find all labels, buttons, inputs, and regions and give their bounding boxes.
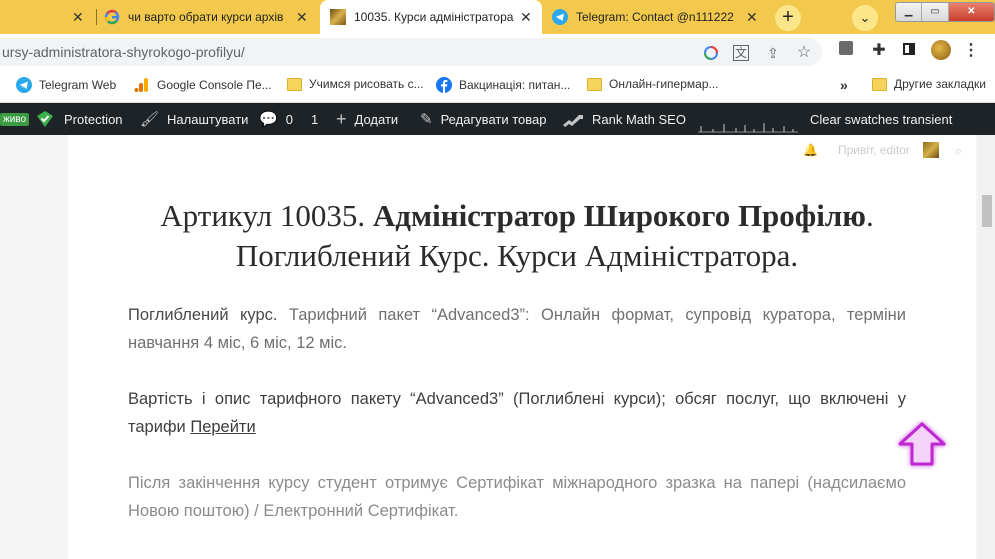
profile-avatar[interactable]	[930, 40, 952, 62]
paragraph-tariff: Поглиблений курс. Тарифний пакет “Advanc…	[128, 301, 906, 357]
tab-strip: ✕ чи варто обрати курси архів ✕ 10035. К…	[0, 0, 995, 34]
bookmark-google-console[interactable]: Google Console Пе...	[134, 77, 272, 93]
bookmark-star-icon[interactable]: ☆	[795, 44, 813, 62]
paintbrush-icon: 🖌	[140, 111, 160, 128]
shield-check-icon	[37, 111, 53, 127]
folder-icon	[872, 77, 887, 91]
url-text[interactable]: ursy-administratora-shyrokogo-profilyu/	[2, 44, 245, 60]
tab-active-course[interactable]: 10035. Курси адміністратора ✕	[320, 0, 542, 34]
facebook-icon	[436, 77, 452, 93]
edit-product-menu[interactable]: ✎ Редагувати товар	[420, 103, 546, 135]
chrome-menu-icon[interactable]: ⋮	[960, 40, 982, 62]
paragraph-certificate: Після закінчення курсу студент отримує С…	[128, 469, 906, 525]
extensions-icon[interactable]: ✚	[868, 40, 890, 62]
tab-title: Telegram: Contact @n111222	[576, 10, 734, 24]
pencil-icon: ✎	[420, 111, 433, 128]
folder-icon	[287, 77, 302, 91]
updates-menu[interactable]: 1	[311, 103, 318, 135]
bookmark-label: Google Console Пе...	[157, 78, 272, 92]
activity-sparkline	[698, 123, 798, 133]
customize-label: Налаштувати	[167, 111, 249, 127]
plus-icon: +	[336, 108, 347, 129]
share-icon[interactable]: ⇪	[764, 44, 782, 62]
maximize-button[interactable]: ▭	[922, 3, 949, 21]
tab-search-button[interactable]: ⌄	[852, 5, 878, 31]
tab-previous[interactable]: ✕	[0, 0, 95, 34]
site-favicon-icon	[330, 9, 346, 25]
window-controls: ▁ ▭ ✕	[895, 2, 995, 22]
close-tab-icon[interactable]: ✕	[746, 9, 758, 26]
close-tab-icon[interactable]: ✕	[72, 9, 84, 26]
google-lens-icon[interactable]	[702, 44, 720, 62]
tab-separator	[96, 9, 97, 25]
bookmark-telegram-web[interactable]: Telegram Web	[16, 77, 116, 93]
paragraph-lead: Поглиблений курс.	[128, 306, 278, 324]
wp-admin-bar: живо Protection 🖌 Налаштувати 💬 0 1 + До…	[0, 103, 995, 135]
folder-icon	[587, 77, 602, 91]
comments-menu[interactable]: 💬 0	[259, 103, 293, 135]
rank-math-label: Rank Math SEO	[592, 111, 686, 127]
customize-menu[interactable]: 🖌 Налаштувати	[140, 103, 248, 135]
tab-title: 10035. Курси адміністратора	[354, 10, 514, 24]
paragraph-pricing: Вартість і опис тарифного пакету “Advanc…	[128, 385, 906, 441]
rank-math-menu[interactable]: Rank Math SEO	[562, 103, 686, 135]
protection-label: Protection	[64, 111, 123, 127]
bookmark-vaccination[interactable]: Вакцинація: питан...	[436, 77, 570, 93]
tab-telegram[interactable]: Telegram: Contact @n111222 ✕	[552, 0, 767, 34]
scrollbar-thumb[interactable]	[982, 195, 992, 227]
protection-menu[interactable]: Protection	[36, 103, 123, 135]
analytics-icon	[134, 78, 148, 92]
notification-icon[interactable]: 🔔	[803, 143, 818, 157]
bookmarks-overflow-button[interactable]: »	[840, 77, 848, 93]
greeting-text[interactable]: Привіт, editor	[838, 143, 910, 157]
search-icon[interactable]: ⌕	[955, 143, 962, 159]
heading-bold: Адміністратор Широкого Профілю	[372, 198, 866, 233]
add-new-menu[interactable]: + Додати	[336, 103, 398, 135]
minimize-button[interactable]: ▁	[896, 3, 923, 21]
close-tab-icon[interactable]: ✕	[520, 9, 532, 26]
tab-title: чи варто обрати курси архів	[128, 10, 284, 24]
add-new-label: Додати	[354, 111, 399, 127]
close-window-button[interactable]: ✕	[948, 3, 994, 21]
rank-math-icon	[563, 115, 583, 127]
telegram-icon	[552, 9, 568, 25]
bookmark-label: Telegram Web	[39, 78, 117, 92]
live-badge-label: живо	[0, 112, 30, 126]
bookmarks-bar: Telegram Web Google Console Пе... Учимся…	[0, 70, 995, 103]
toolbar: ursy-administratora-shyrokogo-profilyu/ …	[0, 34, 995, 70]
bookmark-label: Онлайн-гипермар...	[609, 77, 719, 91]
comment-bubble-icon: 💬	[259, 111, 278, 128]
bookmark-label: Учимся рисовать с...	[309, 77, 424, 91]
user-avatar[interactable]	[923, 142, 939, 158]
close-tab-icon[interactable]: ✕	[296, 9, 308, 26]
updates-count: 1	[311, 111, 319, 127]
article-heading: Артикул 10035. Адміністратор Широкого Пр…	[128, 196, 906, 276]
google-icon	[104, 9, 120, 25]
heading-prefix: Артикул 10035.	[160, 198, 373, 233]
comments-count: 0	[285, 111, 293, 127]
clear-swatches-label: Clear swatches transient	[810, 111, 953, 127]
bookmark-label: Другие закладки	[894, 77, 986, 91]
go-link[interactable]: Перейти	[190, 418, 255, 436]
scroll-to-top-arrow-icon[interactable]	[894, 418, 950, 474]
bookmark-folder-drawing[interactable]: Учимся рисовать с...	[287, 77, 424, 91]
bookmark-folder-hypermarket[interactable]: Онлайн-гипермар...	[587, 77, 719, 91]
side-panel-icon[interactable]	[898, 40, 920, 62]
paragraph-text: Після закінчення курсу студент отримує С…	[128, 474, 906, 520]
live-badge[interactable]: живо	[0, 103, 30, 135]
other-bookmarks-folder[interactable]: Другие закладки	[872, 77, 986, 91]
telegram-icon	[16, 77, 32, 93]
extension-puzzle-icon[interactable]	[835, 40, 857, 62]
translate-icon[interactable]: 文	[733, 45, 749, 61]
tab-google-search[interactable]: чи варто обрати курси архів ✕	[104, 0, 314, 34]
bookmark-label: Вакцинація: питан...	[459, 78, 571, 92]
edit-product-label: Редагувати товар	[440, 111, 547, 127]
clear-swatches-menu[interactable]: Clear swatches transient	[810, 103, 952, 135]
address-bar[interactable]: ursy-administratora-shyrokogo-profilyu/ …	[0, 38, 822, 66]
new-tab-button[interactable]: +	[775, 5, 801, 31]
